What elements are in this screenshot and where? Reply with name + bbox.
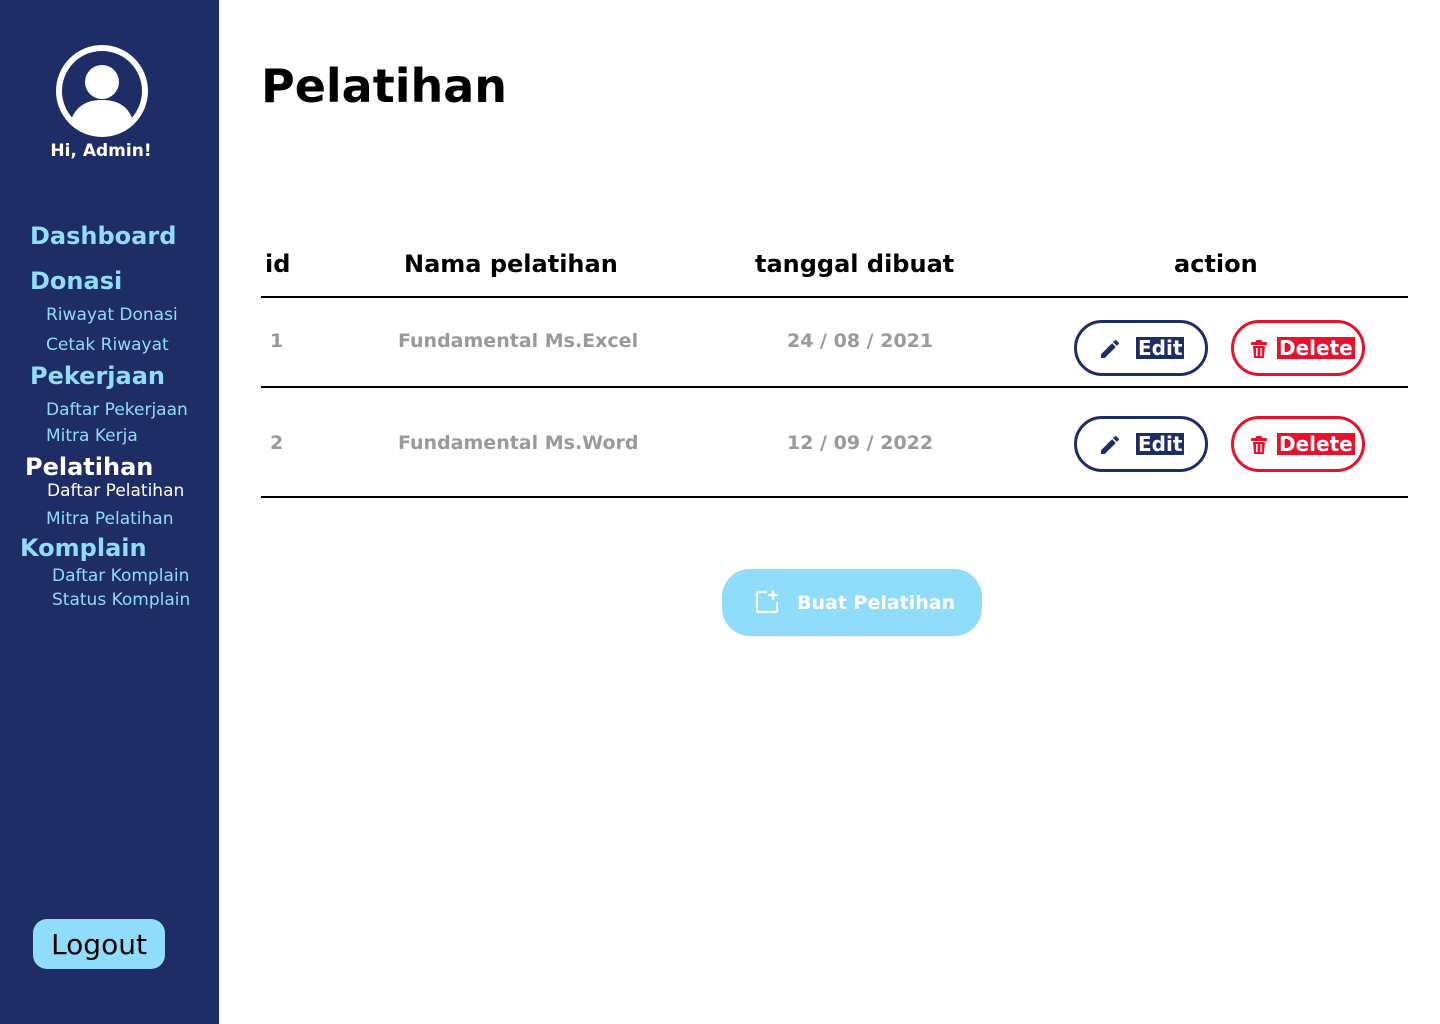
row-tanggal: 12 / 09 / 2022 [787,432,934,454]
nav-daftar-komplain[interactable]: Daftar Komplain [52,566,189,586]
pencil-icon [1098,337,1122,361]
sidebar: Hi, Admin! Dashboard Donasi Riwayat Dona… [0,0,219,1024]
pencil-icon [1098,433,1122,457]
nav-daftar-pelatihan[interactable]: Daftar Pelatihan [47,481,184,501]
trash-icon [1249,435,1269,455]
row-nama: Fundamental Ms.Word [398,432,639,454]
row-nama: Fundamental Ms.Excel [398,330,639,352]
edit-button[interactable]: Edit [1074,320,1208,376]
create-pelatihan-button[interactable]: Buat Pelatihan [722,569,982,636]
delete-label: Delete [1277,336,1355,360]
column-header-id: id [265,250,291,278]
nav-dashboard[interactable]: Dashboard [30,222,176,250]
row-id: 1 [270,330,284,352]
create-pelatihan-label: Buat Pelatihan [797,591,956,614]
nav-komplain[interactable]: Komplain [20,534,147,562]
logout-button[interactable]: Logout [33,919,165,969]
column-header-action: action [1174,250,1258,278]
column-header-nama: Nama pelatihan [404,250,618,278]
row-id: 2 [270,432,284,454]
table-divider [261,386,1408,388]
nav-pekerjaan[interactable]: Pekerjaan [30,362,165,390]
nav-pelatihan[interactable]: Pelatihan [25,453,153,481]
delete-button[interactable]: Delete [1231,416,1365,472]
nav-mitra-kerja[interactable]: Mitra Kerja [46,426,138,446]
nav-daftar-pekerjaan[interactable]: Daftar Pekerjaan [46,400,188,420]
table-divider [261,496,1408,498]
greeting-text: Hi, Admin! [50,141,152,161]
edit-label: Edit [1136,432,1185,456]
nav-riwayat-donasi[interactable]: Riwayat Donasi [46,305,178,325]
edit-button[interactable]: Edit [1074,416,1208,472]
nav-mitra-pelatihan[interactable]: Mitra Pelatihan [46,509,173,529]
user-avatar-icon [55,44,149,138]
nav-status-komplain[interactable]: Status Komplain [52,590,190,610]
nav-donasi[interactable]: Donasi [30,267,122,295]
delete-button[interactable]: Delete [1231,320,1365,376]
delete-label: Delete [1277,432,1355,456]
trash-icon [1249,339,1269,359]
nav-cetak-riwayat[interactable]: Cetak Riwayat [46,335,169,355]
table-divider [261,296,1408,298]
add-document-icon [754,589,780,619]
edit-label: Edit [1136,336,1185,360]
row-tanggal: 24 / 08 / 2021 [787,330,934,352]
page-title: Pelatihan [261,59,508,113]
column-header-tanggal: tanggal dibuat [755,250,955,278]
